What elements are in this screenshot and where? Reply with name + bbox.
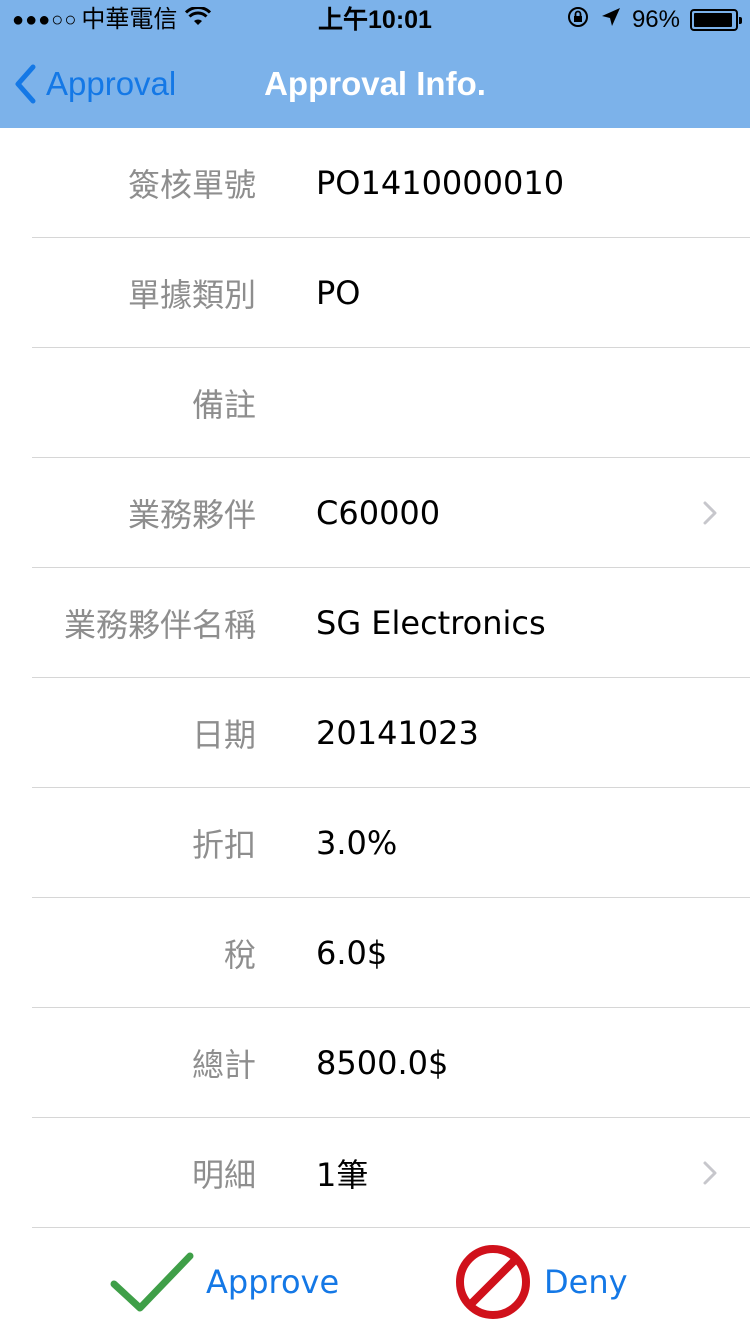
row-remarks: 備註	[0, 348, 750, 458]
row-label: 備註	[191, 386, 256, 424]
row-value: 1筆	[316, 1156, 369, 1194]
disclosure-chevron-icon	[703, 501, 717, 525]
location-arrow-icon	[600, 6, 622, 35]
row-tax: 稅 6.0$	[0, 898, 750, 1008]
row-details[interactable]: 明細 1筆	[0, 1118, 750, 1228]
deny-button[interactable]: Deny	[454, 1244, 628, 1320]
page-title: Approval Info.	[264, 65, 486, 102]
battery-icon	[690, 9, 742, 31]
disclosure-chevron-icon	[703, 1161, 717, 1185]
row-value: 6.0$	[316, 934, 388, 972]
deny-label: Deny	[544, 1263, 628, 1301]
checkmark-icon	[110, 1252, 194, 1312]
row-label: 日期	[191, 716, 256, 754]
row-label: 單據類別	[127, 276, 256, 314]
approve-button[interactable]: Approve	[110, 1244, 339, 1320]
navigation-header: ●●●○○ 中華電信 上午10:01 96% Approval Approval…	[0, 0, 750, 128]
status-bar: ●●●○○ 中華電信 上午10:01 96%	[0, 0, 750, 40]
row-value: C60000	[316, 494, 441, 532]
rotation-lock-icon	[566, 5, 590, 36]
approve-label: Approve	[206, 1263, 340, 1301]
row-label: 明細	[191, 1156, 256, 1194]
battery-fill	[694, 13, 733, 27]
row-discount: 折扣 3.0%	[0, 788, 750, 898]
row-label: 總計	[191, 1046, 256, 1084]
row-label: 業務夥伴名稱	[63, 606, 256, 644]
nav-bar: Approval Approval Info.	[0, 40, 750, 128]
row-label: 稅	[223, 936, 256, 974]
row-value: 8500.0$	[316, 1044, 449, 1082]
row-label: 業務夥伴	[127, 496, 256, 534]
row-value: PO1410000010	[316, 164, 565, 202]
row-label: 折扣	[191, 826, 256, 864]
row-date: 日期 20141023	[0, 678, 750, 788]
battery-percent: 96%	[631, 6, 680, 33]
no-entry-icon	[456, 1245, 530, 1319]
row-approval-number: 簽核單號 PO1410000010	[0, 128, 750, 238]
row-value: PO	[316, 274, 361, 312]
approval-detail-list: 簽核單號 PO1410000010 單據類別 PO 備註 業務夥伴 C60000…	[0, 128, 750, 1228]
row-value: 3.0%	[316, 824, 398, 862]
row-total: 總計 8500.0$	[0, 1008, 750, 1118]
row-value: SG Electronics	[316, 604, 546, 642]
status-right-group: 96%	[566, 5, 742, 36]
row-document-type: 單據類別 PO	[0, 238, 750, 348]
row-business-partner[interactable]: 業務夥伴 C60000	[0, 458, 750, 568]
row-business-partner-name: 業務夥伴名稱 SG Electronics	[0, 568, 750, 678]
row-label: 簽核單號	[127, 166, 256, 204]
row-value: 20141023	[316, 714, 479, 752]
action-bar: Approve Deny	[0, 1228, 750, 1334]
